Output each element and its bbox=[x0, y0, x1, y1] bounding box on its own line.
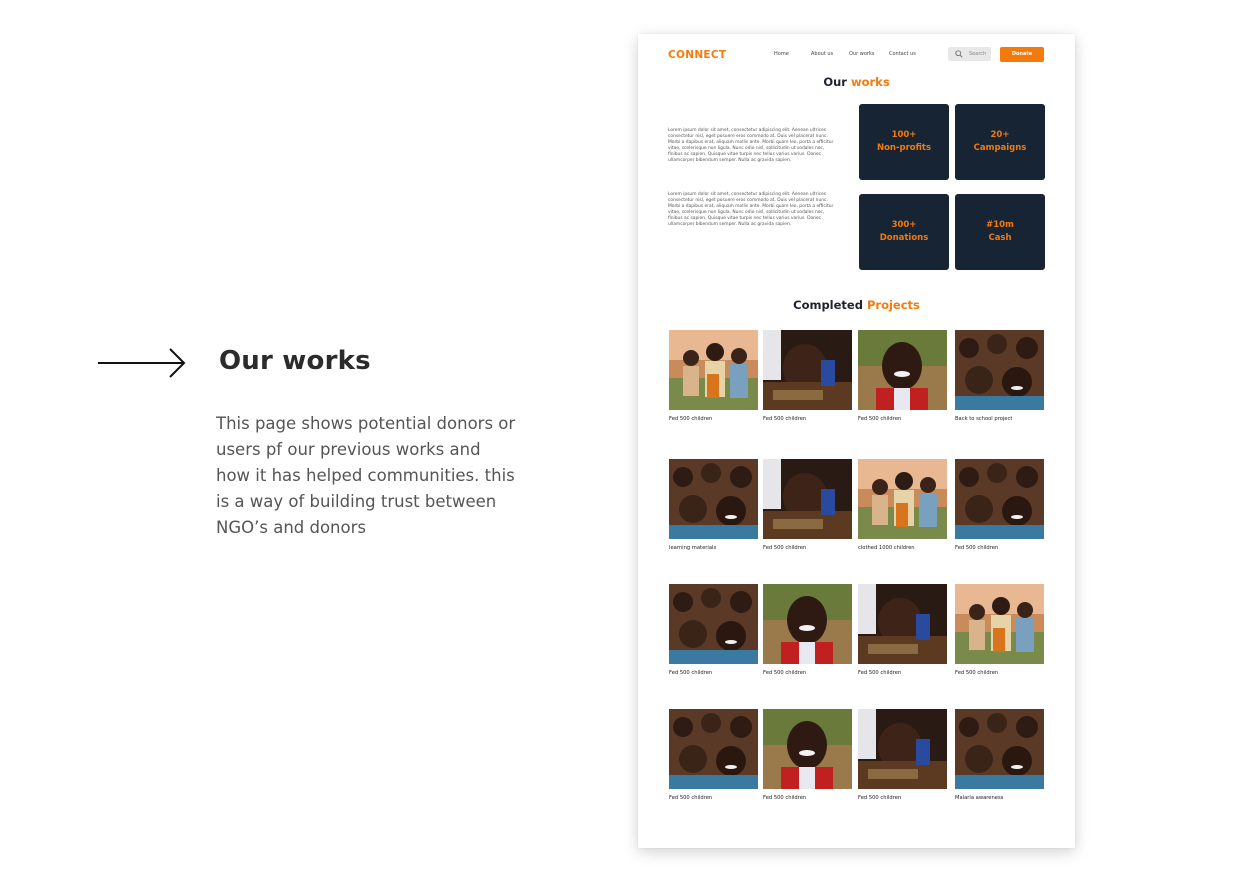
search-icon bbox=[955, 50, 963, 58]
smiling-boy-photo bbox=[763, 709, 852, 789]
project-caption: Fed 500 children bbox=[955, 545, 999, 551]
crowd-children-photo bbox=[955, 709, 1044, 789]
project-caption: Fed 500 children bbox=[858, 795, 902, 801]
project-card[interactable]: Fed 500 children bbox=[669, 709, 758, 801]
works-paragraph-1: Lorem ipsum dolor sit amet, consectetur … bbox=[668, 128, 834, 163]
works-title-plain: Our bbox=[823, 75, 847, 89]
works-paragraph-2: Lorem ipsum dolor sit amet, consectetur … bbox=[668, 192, 834, 227]
group-outdoor-photo bbox=[669, 330, 758, 410]
stat-label: Non-profits bbox=[876, 143, 932, 153]
group-outdoor-photo bbox=[955, 584, 1044, 664]
project-card[interactable]: clothed 1000 children bbox=[858, 459, 947, 551]
crowd-children-photo bbox=[955, 459, 1044, 539]
stat-value: 100+ bbox=[891, 130, 917, 140]
project-card[interactable]: Fed 500 children bbox=[669, 584, 758, 676]
nav-contact-us[interactable]: Contact us bbox=[889, 51, 916, 57]
stat-label: Campaigns bbox=[973, 143, 1027, 153]
nav-home[interactable]: Home bbox=[774, 51, 789, 57]
projects-title-accent: Projects bbox=[866, 298, 920, 312]
page-mockup: CONNECT Home About us Our works Contact … bbox=[638, 34, 1075, 848]
project-card[interactable]: Fed 500 children bbox=[763, 584, 852, 676]
crowd-children-photo bbox=[669, 584, 758, 664]
nav-about-us[interactable]: About us bbox=[811, 51, 833, 57]
child-at-desk-photo bbox=[763, 459, 852, 539]
project-card[interactable]: Fed 500 children bbox=[763, 330, 852, 422]
project-caption: Fed 500 children bbox=[669, 416, 713, 422]
donate-button[interactable]: Donate bbox=[1000, 47, 1044, 62]
group-outdoor-photo bbox=[858, 459, 947, 539]
project-caption: learning materials bbox=[669, 545, 717, 551]
stat-label: Donations bbox=[879, 233, 929, 243]
project-card[interactable]: learning materials bbox=[669, 459, 758, 551]
child-at-desk-photo bbox=[763, 330, 852, 410]
projects-title-plain: Completed bbox=[793, 298, 863, 312]
project-caption: Fed 500 children bbox=[669, 795, 713, 801]
project-caption: Fed 500 children bbox=[669, 670, 713, 676]
works-title-accent: works bbox=[850, 75, 890, 89]
project-caption: Fed 500 children bbox=[858, 416, 902, 422]
stat-card-donations: 300+ Donations bbox=[859, 194, 949, 270]
project-caption: Fed 500 children bbox=[763, 416, 807, 422]
nav-our-works[interactable]: Our works bbox=[849, 51, 874, 57]
project-caption: Malaria awareness bbox=[955, 795, 1004, 801]
search-placeholder: Search bbox=[969, 51, 987, 57]
stat-value: 20+ bbox=[990, 130, 1010, 140]
project-card[interactable]: Fed 500 children bbox=[763, 459, 852, 551]
project-caption: Fed 500 children bbox=[763, 670, 807, 676]
project-caption: Fed 500 children bbox=[763, 545, 807, 551]
child-at-desk-photo bbox=[858, 709, 947, 789]
arrow-right-icon bbox=[98, 348, 186, 378]
stat-card-non-profits: 100+ Non-profits bbox=[859, 104, 949, 180]
project-card[interactable]: Fed 500 children bbox=[858, 584, 947, 676]
stat-card-cash: #10m Cash bbox=[955, 194, 1045, 270]
logo[interactable]: CONNECT bbox=[668, 49, 726, 61]
works-title: Our works bbox=[638, 75, 1075, 89]
search-input[interactable]: Search bbox=[948, 47, 991, 61]
project-caption: Fed 500 children bbox=[955, 670, 999, 676]
crowd-children-photo bbox=[669, 709, 758, 789]
project-card[interactable]: Malaria awareness bbox=[955, 709, 1044, 801]
stat-value: #10m bbox=[986, 220, 1014, 230]
annotation-title: Our works bbox=[219, 346, 371, 376]
project-card[interactable]: Fed 500 children bbox=[763, 709, 852, 801]
projects-title: Completed Projects bbox=[638, 298, 1075, 312]
smiling-boy-photo bbox=[858, 330, 947, 410]
project-card[interactable]: Back to school project bbox=[955, 330, 1044, 422]
project-caption: clothed 1000 children bbox=[858, 545, 915, 551]
project-card[interactable]: Fed 500 children bbox=[858, 330, 947, 422]
project-card[interactable]: Fed 500 children bbox=[669, 330, 758, 422]
stat-card-campaigns: 20+ Campaigns bbox=[955, 104, 1045, 180]
crowd-children-photo bbox=[669, 459, 758, 539]
annotation-description: This page shows potential donors or user… bbox=[216, 414, 516, 537]
child-at-desk-photo bbox=[858, 584, 947, 664]
project-card[interactable]: Fed 500 children bbox=[955, 584, 1044, 676]
crowd-children-photo bbox=[955, 330, 1044, 410]
stat-value: 300+ bbox=[891, 220, 917, 230]
project-card[interactable]: Fed 500 children bbox=[955, 459, 1044, 551]
project-card[interactable]: Fed 500 children bbox=[858, 709, 947, 801]
project-caption: Fed 500 children bbox=[763, 795, 807, 801]
project-caption: Back to school project bbox=[955, 416, 1013, 422]
smiling-boy-photo bbox=[763, 584, 852, 664]
project-caption: Fed 500 children bbox=[858, 670, 902, 676]
stat-label: Cash bbox=[988, 233, 1012, 243]
